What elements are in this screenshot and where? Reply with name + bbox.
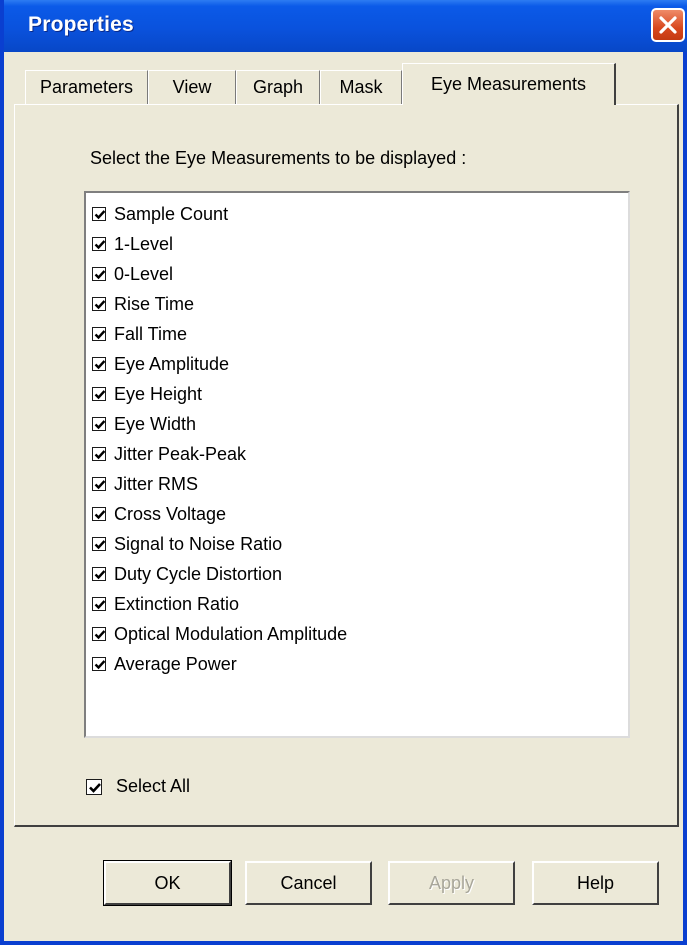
tab-label: Mask [339,77,383,97]
cancel-button[interactable]: Cancel [245,861,372,905]
tab-label: Parameters [39,77,134,97]
list-item-rise-time[interactable]: Rise Time [92,289,194,319]
checkmark-icon [94,480,106,490]
list-item-fall-time[interactable]: Fall Time [92,319,187,349]
tab-mask[interactable]: Mask [320,70,402,104]
ok-button[interactable]: OK [103,860,232,906]
checkmark-icon [94,270,106,280]
checkmark-icon [94,420,106,430]
list-item-label: Signal to Noise Ratio [114,533,283,554]
list-item-eye-width[interactable]: Eye Width [92,409,196,439]
list-item-eye-amplitude[interactable]: Eye Amplitude [92,349,229,379]
checkmark-icon [94,450,106,460]
checkmark-icon [94,240,106,250]
tab-label: View [172,77,212,97]
list-item-label: Sample Count [114,203,229,224]
checkbox[interactable] [92,327,106,341]
checkbox[interactable] [92,507,106,521]
checkmark-icon [94,570,106,580]
checkbox[interactable] [92,267,106,281]
close-button[interactable] [651,8,685,42]
checkmark-icon [94,660,106,670]
checkbox[interactable] [92,357,106,371]
checkbox[interactable] [92,297,106,311]
checkbox[interactable] [92,657,106,671]
list-item-label: Eye Width [114,413,197,434]
checkmark-icon [94,540,106,550]
close-icon [659,16,677,34]
list-item-extinction-ratio[interactable]: Extinction Ratio [92,589,239,619]
apply-button[interactable]: Apply [388,861,515,905]
checkmark-icon [94,210,106,220]
checkbox[interactable] [92,417,106,431]
checkbox[interactable] [92,477,106,491]
properties-dialog: Properties Parameters View Graph Mask Ey… [0,0,687,945]
list-item-jitter-peak-peak[interactable]: Jitter Peak-Peak [92,439,246,469]
list-item-label: 1-Level [114,233,174,254]
list-item-signal-to-noise-ratio[interactable]: Signal to Noise Ratio [92,529,282,559]
checkbox[interactable] [92,207,106,221]
list-item-label: Jitter RMS [114,473,199,494]
list-item-label: Optical Modulation Amplitude [114,623,348,644]
list-item-sample-count[interactable]: Sample Count [92,199,228,229]
tab-graph[interactable]: Graph [236,70,320,104]
instruction-label: Select the Eye Measurements to be displa… [90,148,467,168]
checkmark-icon [94,300,106,310]
window-title: Properties [28,13,134,36]
select-all-checkbox[interactable]: Select All [86,776,190,797]
title-bar[interactable]: Properties [4,0,687,52]
list-item-label: Jitter Peak-Peak [114,443,247,464]
checkbox[interactable] [92,237,106,251]
list-item-label: Rise Time [114,293,195,314]
list-item-eye-height[interactable]: Eye Height [92,379,202,409]
tab-label: Graph [252,77,304,97]
list-item-0-level[interactable]: 0-Level [92,259,173,289]
tab-eye-measurements[interactable]: Eye Measurements [402,63,616,105]
list-item-duty-cycle-distortion[interactable]: Duty Cycle Distortion [92,559,282,589]
list-item-label: Cross Voltage [114,503,227,524]
checkmark-icon [89,782,101,793]
checkmark-icon [94,600,106,610]
checkmark-icon [94,630,106,640]
checkmark-icon [94,330,106,340]
help-button[interactable]: Help [532,861,659,905]
list-item-label: Eye Amplitude [114,353,230,374]
list-item-optical-modulation-amplitude[interactable]: Optical Modulation Amplitude [92,619,347,649]
checkbox[interactable] [92,627,106,641]
tab-label: Eye Measurements [430,74,587,94]
list-item-1-level[interactable]: 1-Level [92,229,173,259]
list-item-cross-voltage[interactable]: Cross Voltage [92,499,226,529]
checkmark-icon [94,360,106,370]
checkbox[interactable] [92,597,106,611]
list-item-jitter-rms[interactable]: Jitter RMS [92,469,198,499]
checkbox[interactable] [92,447,106,461]
checkmark-icon [94,390,106,400]
measurements-listbox[interactable]: Sample Count 1-Level 0-Level Rise Time F… [84,191,630,738]
list-item-average-power[interactable]: Average Power [92,649,237,679]
checkbox[interactable] [86,778,102,795]
list-item-label: 0-Level [114,263,174,284]
tab-view[interactable]: View [148,70,236,104]
list-item-label: Extinction Ratio [114,593,240,614]
list-item-label: Average Power [114,653,237,674]
checkbox[interactable] [92,387,106,401]
list-item-label: Fall Time [114,323,188,344]
checkbox[interactable] [92,537,106,551]
checkmark-icon [94,510,106,520]
select-all-label: Select All [116,776,191,796]
list-item-label: Duty Cycle Distortion [114,563,283,584]
list-item-label: Eye Height [114,383,203,404]
checkbox[interactable] [92,567,106,581]
tab-parameters[interactable]: Parameters [25,70,148,104]
